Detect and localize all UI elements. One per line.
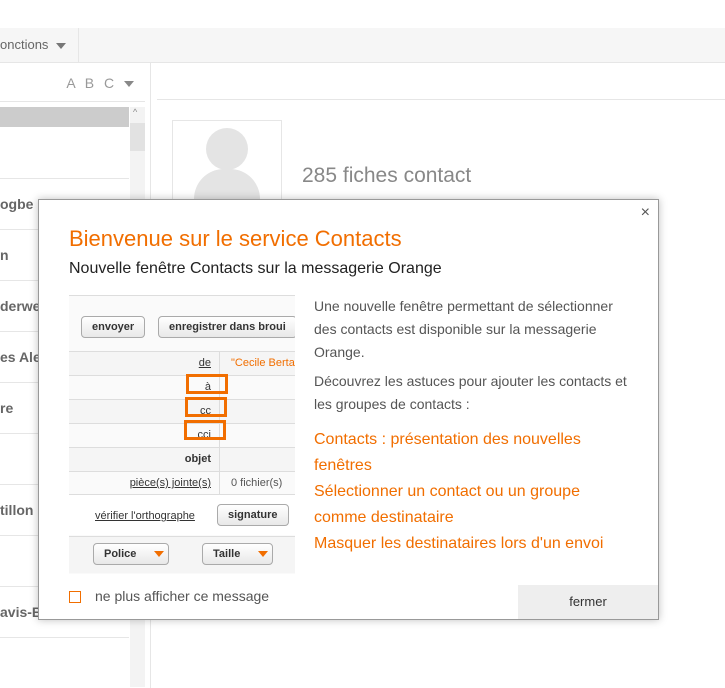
link-new-windows[interactable]: Contacts : présentation des nouvelles fe… (314, 427, 624, 479)
attach-label: pièce(s) jointe(s) (129, 477, 211, 489)
link-hide-recipients[interactable]: Masquer les destinataires lors d'un envo… (314, 531, 624, 557)
close-icon[interactable]: × (641, 204, 650, 222)
chevron-down-icon (124, 81, 134, 88)
dialog-title: Bienvenue sur le service Contacts (69, 226, 402, 251)
size-select-image: Taille (213, 548, 241, 560)
signature-button-image: signature (217, 504, 289, 526)
attach-value: 0 fichier(s) (231, 477, 283, 489)
help-links: Contacts : présentation des nouvelles fe… (314, 427, 624, 557)
divider (0, 101, 145, 102)
caret-icon (258, 551, 269, 558)
scroll-thumb[interactable] (130, 123, 145, 151)
dialog-subtitle: Nouvelle fenêtre Contacts sur la message… (69, 260, 442, 277)
draft-button-image: enregistrer dans broui (158, 316, 295, 338)
compose-screenshot: envoyer enregistrer dans broui de "Cecile… (69, 295, 295, 574)
caret-icon (154, 551, 165, 558)
send-button-image: envoyer (81, 316, 146, 338)
highlight-box (184, 420, 226, 440)
dialog-text: Une nouvelle fenêtre permettant de sélec… (314, 295, 634, 422)
sort-dropdown[interactable]: A B C (66, 75, 134, 91)
from-label: de (198, 357, 211, 369)
highlight-box (185, 397, 227, 417)
toolbar: onctions (0, 28, 725, 63)
font-select-image: Police (104, 548, 137, 560)
from-value: "Cecile Berta (231, 357, 295, 369)
tips-intro: Découvrez les astuces pour ajouter les c… (314, 373, 627, 412)
chevron-up-icon[interactable]: ^ (133, 107, 137, 117)
contact-count: 285 fiches contact (302, 164, 472, 187)
functions-menu[interactable]: onctions (0, 28, 79, 62)
chevron-down-icon (56, 42, 67, 49)
spellcheck-link: vérifier l'orthographe (95, 510, 195, 522)
close-button[interactable]: fermer (518, 585, 658, 619)
selected-item[interactable] (0, 107, 129, 127)
dont-show-checkbox[interactable] (69, 591, 81, 603)
subject-label: objet (184, 453, 211, 465)
divider (157, 99, 725, 100)
link-select-contact[interactable]: Sélectionner un contact ou un groupe com… (314, 479, 624, 531)
description: Une nouvelle fenêtre permettant de sélec… (314, 298, 613, 360)
welcome-dialog: × Bienvenue sur le service Contacts Nouv… (38, 199, 659, 620)
list-item[interactable] (0, 637, 129, 688)
dont-show-label[interactable]: ne plus afficher ce message (95, 588, 269, 604)
highlight-box (186, 374, 228, 394)
